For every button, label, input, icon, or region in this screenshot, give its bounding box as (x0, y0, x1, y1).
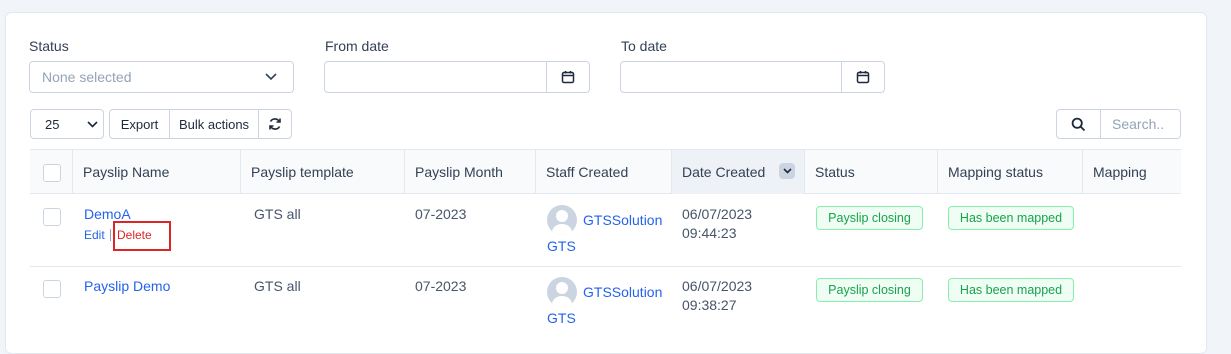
avatar (547, 205, 577, 235)
edit-link[interactable]: Edit (84, 228, 105, 242)
date-created-date: 06/07/2023 (682, 278, 753, 294)
status-select[interactable]: None selected (29, 61, 294, 93)
row-checkbox[interactable] (43, 208, 61, 226)
to-date-label: To date (621, 38, 667, 54)
header-staff-created[interactable]: Staff Created (536, 150, 672, 194)
row-checkbox[interactable] (43, 280, 61, 298)
staff-name-link-continued[interactable]: GTS (547, 310, 576, 326)
payslip-template-cell: GTS all (254, 278, 301, 294)
payslip-template-cell: GTS all (254, 206, 301, 222)
refresh-button[interactable] (258, 109, 292, 139)
sort-icon (779, 163, 795, 179)
to-date-calendar-button[interactable] (841, 62, 884, 92)
calendar-icon (856, 71, 870, 84)
select-all-checkbox[interactable] (43, 164, 61, 182)
header-payslip-template[interactable]: Payslip template (241, 150, 405, 194)
staff-name-link[interactable]: GTSSolution (583, 284, 662, 300)
row-divider (30, 266, 1181, 267)
from-date-input[interactable] (324, 61, 590, 93)
calendar-icon (561, 71, 575, 84)
payslip-month-cell: 07-2023 (415, 206, 467, 222)
header-status[interactable]: Status (805, 150, 938, 194)
status-badge: Payslip closing (816, 206, 923, 230)
payslip-month-cell: 07-2023 (415, 278, 467, 294)
from-date-label: From date (325, 38, 389, 54)
header-mapping-status[interactable]: Mapping status (938, 150, 1083, 194)
payslip-name-link[interactable]: Payslip Demo (84, 278, 170, 294)
header-date-created[interactable]: Date Created (672, 150, 805, 194)
delete-link[interactable]: Delete (117, 228, 152, 242)
refresh-icon (269, 118, 281, 130)
payslip-name-link[interactable]: DemoA (84, 206, 131, 222)
search-icon (1071, 117, 1086, 131)
staff-name-link-continued[interactable]: GTS (547, 238, 576, 254)
page-size-value: 25 (45, 116, 60, 132)
search-button[interactable] (1056, 109, 1101, 139)
header-payslip-month[interactable]: Payslip Month (405, 150, 536, 194)
table-header: Payslip Name Payslip template Payslip Mo… (30, 149, 1181, 194)
select-all-cell (30, 150, 73, 194)
status-filter-label: Status (29, 38, 69, 54)
search-input[interactable]: Search.. (1100, 109, 1181, 139)
export-button[interactable]: Export (109, 109, 170, 139)
avatar (547, 277, 577, 307)
status-select-placeholder: None selected (42, 69, 132, 85)
mapping-status-badge: Has been mapped (948, 206, 1074, 230)
chevron-down-icon (265, 73, 277, 81)
page-size-select[interactable]: 25 (30, 109, 104, 139)
action-divider (110, 229, 111, 241)
date-created-time: 09:44:23 (682, 225, 737, 241)
status-badge: Payslip closing (816, 278, 923, 302)
date-created-time: 09:38:27 (682, 297, 737, 313)
header-mapping[interactable]: Mapping (1083, 150, 1181, 194)
from-date-calendar-button[interactable] (546, 62, 589, 92)
bulk-actions-button[interactable]: Bulk actions (169, 109, 259, 139)
to-date-input[interactable] (620, 61, 885, 93)
header-date-created-label: Date Created (682, 164, 766, 180)
header-payslip-name[interactable]: Payslip Name (73, 150, 241, 194)
staff-name-link[interactable]: GTSSolution (583, 212, 662, 228)
mapping-status-badge: Has been mapped (948, 278, 1074, 302)
chevron-down-icon (87, 121, 98, 128)
date-created-date: 06/07/2023 (682, 206, 753, 222)
